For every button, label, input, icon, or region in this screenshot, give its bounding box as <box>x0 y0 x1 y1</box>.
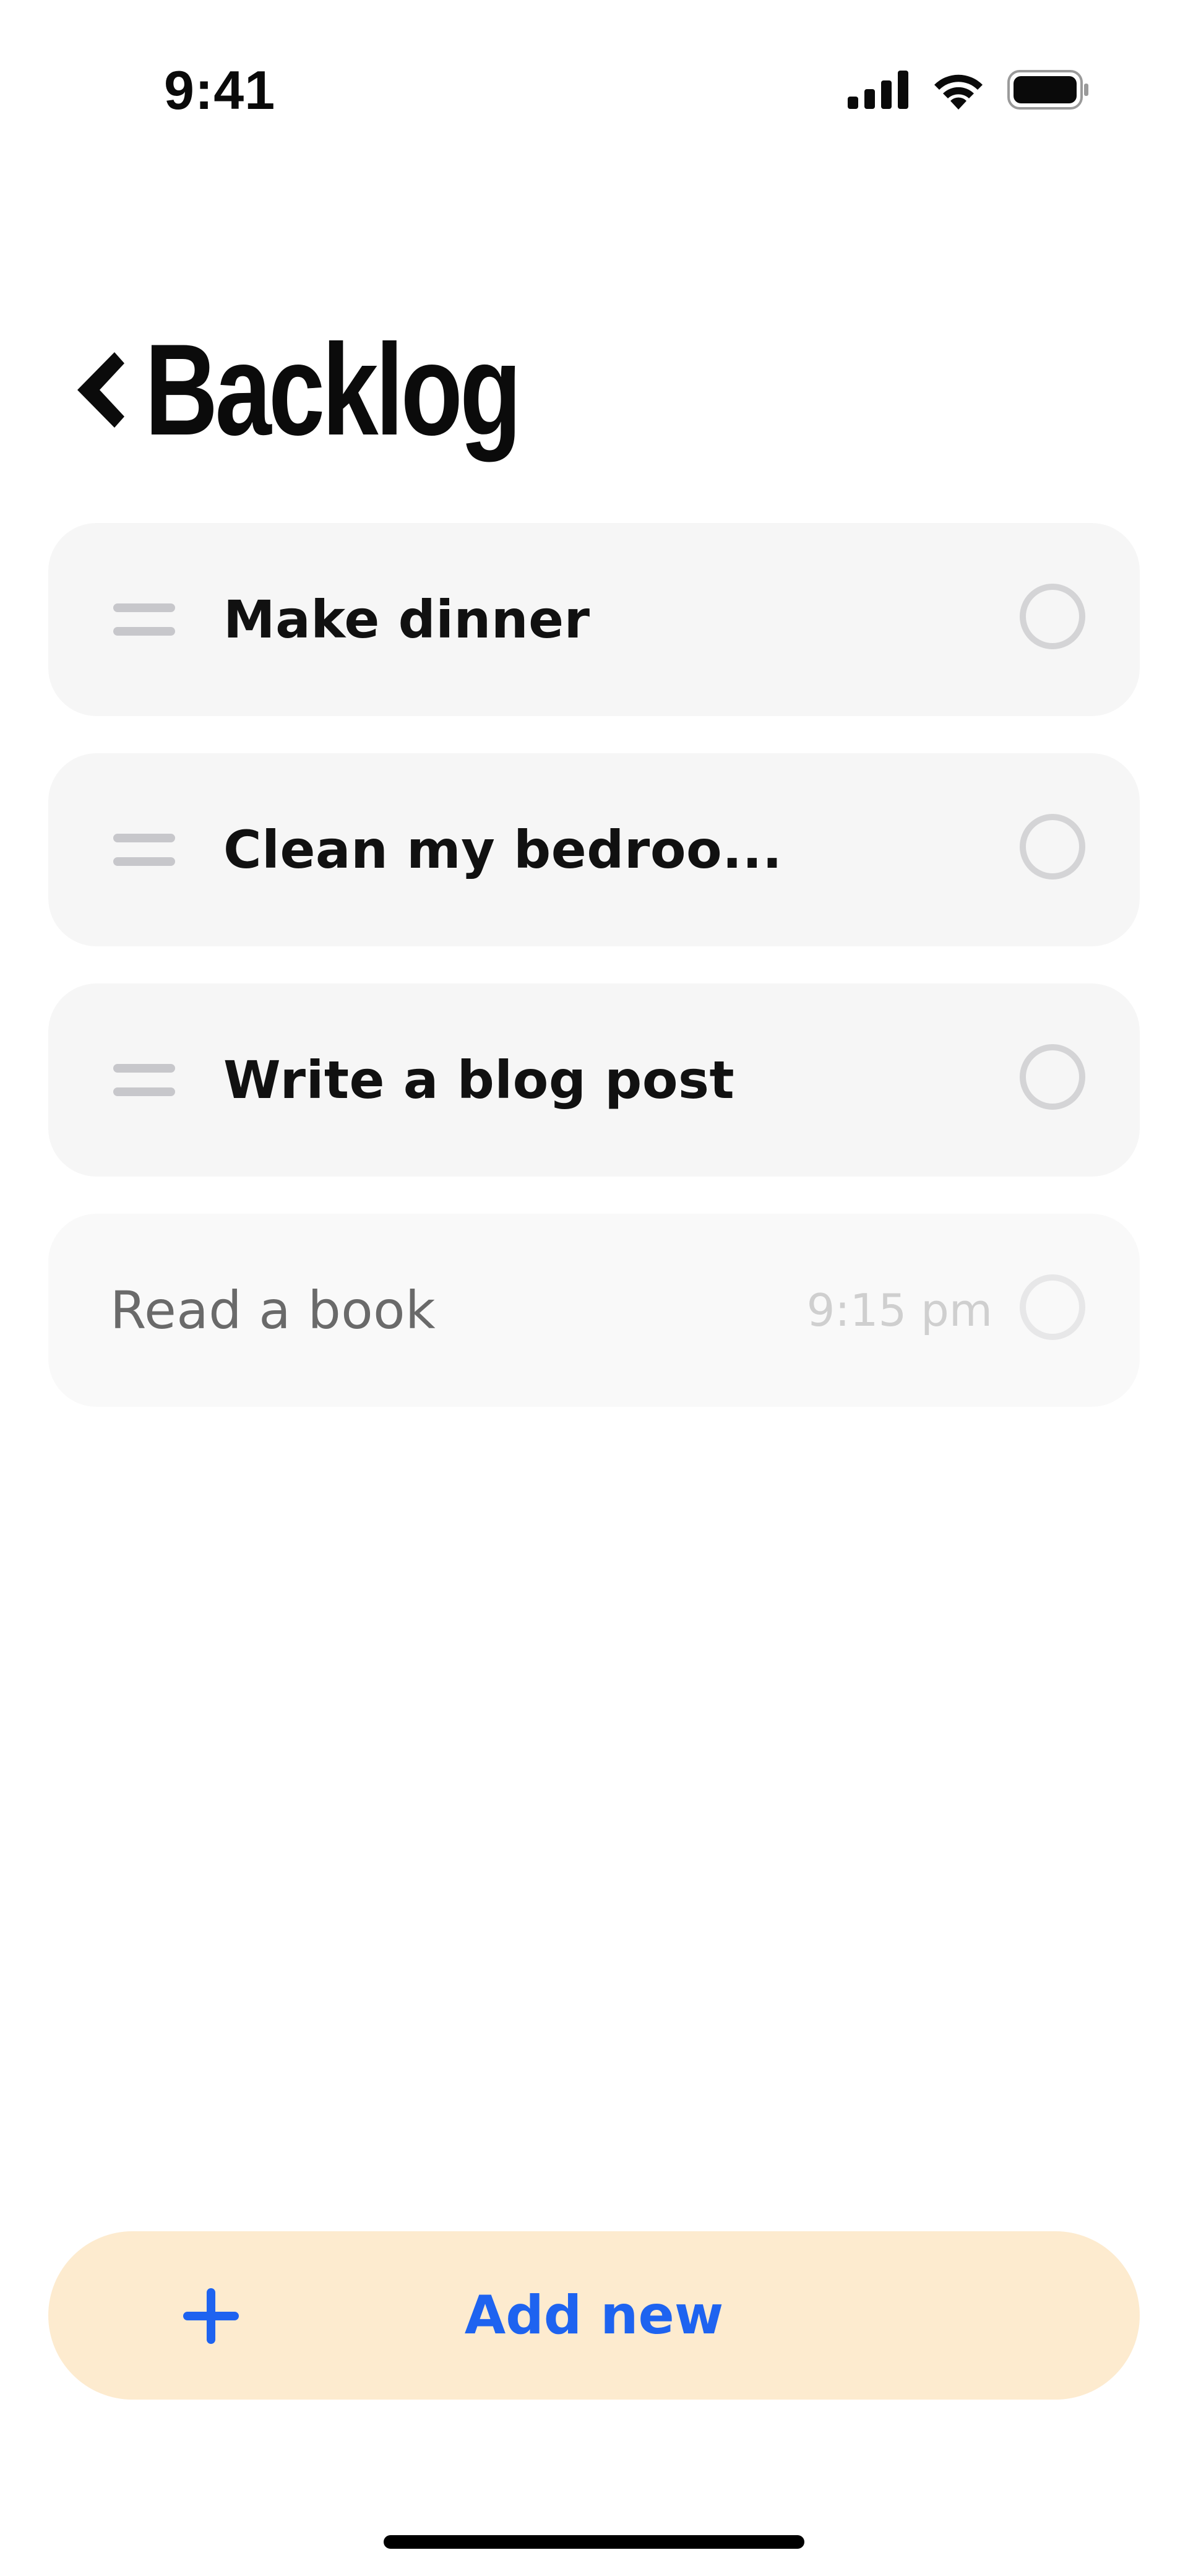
page-title: Backlog <box>145 317 522 462</box>
back-button[interactable] <box>68 328 130 452</box>
task-title: Read a book <box>110 1280 436 1341</box>
add-new-button[interactable]: Add new <box>48 2231 1140 2400</box>
task-title: Write a blog post <box>223 1050 735 1110</box>
task-checkbox[interactable] <box>1020 584 1085 649</box>
task-checkbox[interactable] <box>1020 814 1085 880</box>
task-title: Clean my bedroo... <box>223 819 783 880</box>
task-list: Make dinner Clean my bedroo... Write a b… <box>48 523 1140 1444</box>
status-icons <box>848 68 1089 111</box>
task-time: 9:15 pm <box>806 1284 992 1336</box>
home-indicator[interactable] <box>384 2535 804 2549</box>
battery-icon <box>1007 70 1088 110</box>
header: Backlog <box>68 322 624 458</box>
status-time: 9:41 <box>164 59 276 121</box>
add-new-label: Add new <box>464 2284 724 2346</box>
chevron-left-icon <box>77 352 124 428</box>
cellular-signal-icon <box>848 71 908 109</box>
status-bar: 9:41 <box>0 0 1188 173</box>
task-item[interactable]: Read a book 9:15 pm <box>48 1214 1140 1407</box>
drag-handle-icon[interactable] <box>113 1064 175 1099</box>
task-item[interactable]: Write a blog post <box>48 983 1140 1177</box>
drag-handle-icon[interactable] <box>113 834 175 868</box>
task-item[interactable]: Clean my bedroo... <box>48 753 1140 946</box>
wifi-icon <box>934 74 983 110</box>
task-title: Make dinner <box>223 589 590 650</box>
task-checkbox[interactable] <box>1020 1274 1085 1340</box>
task-item[interactable]: Make dinner <box>48 523 1140 716</box>
task-checkbox[interactable] <box>1020 1044 1085 1110</box>
drag-handle-icon[interactable] <box>113 603 175 638</box>
